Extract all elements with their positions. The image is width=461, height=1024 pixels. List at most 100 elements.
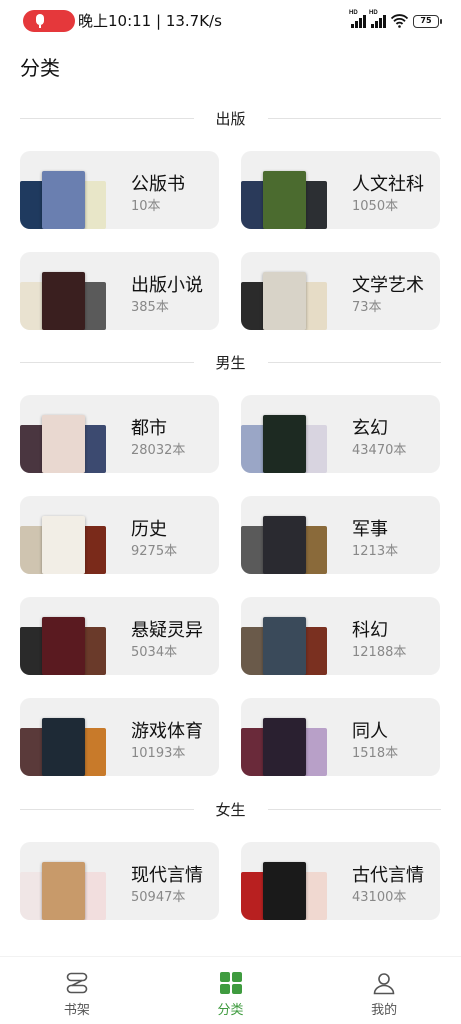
category-count: 1213本 <box>352 544 399 559</box>
category-count: 28032本 <box>131 443 186 458</box>
book-cover <box>263 171 306 229</box>
book-covers <box>20 516 106 574</box>
category-name: 人文社科 <box>352 174 424 195</box>
divider <box>267 808 442 810</box>
nav-category[interactable]: 分类 <box>154 957 308 1024</box>
category-card[interactable]: 军事 1213本 <box>241 496 440 574</box>
category-card[interactable]: 玄幻 43470本 <box>241 395 440 473</box>
category-grid-icon <box>219 972 242 994</box>
category-count: 1050本 <box>352 199 399 214</box>
book-cover <box>263 718 306 776</box>
category-card[interactable]: 悬疑灵异 5034本 <box>20 597 219 675</box>
book-covers <box>20 171 106 229</box>
divider <box>20 808 194 810</box>
category-count: 43100本 <box>352 890 407 905</box>
category-name: 古代言情 <box>352 865 424 886</box>
nav-bookshelf[interactable]: 书架 <box>0 957 154 1024</box>
bottom-nav: 书架 分类 我的 <box>0 956 461 1024</box>
section-header: 男生 <box>20 352 442 372</box>
book-covers <box>20 415 106 473</box>
bookshelf-icon <box>66 972 88 994</box>
category-card[interactable]: 古代言情 43100本 <box>241 842 440 920</box>
category-card[interactable]: 公版书 10本 <box>20 151 219 229</box>
book-cover <box>263 617 306 675</box>
category-count: 43470本 <box>352 443 407 458</box>
category-name: 历史 <box>131 519 167 540</box>
person-icon <box>373 973 395 995</box>
wifi-icon <box>391 14 408 28</box>
category-count: 10193本 <box>131 746 186 761</box>
category-count: 12188本 <box>352 645 407 660</box>
book-cover <box>42 718 85 776</box>
category-name: 军事 <box>352 519 388 540</box>
page-title: 分类 <box>20 56 60 80</box>
category-card[interactable]: 出版小说 385本 <box>20 252 219 330</box>
book-cover <box>42 516 85 574</box>
nav-label: 我的 <box>371 1003 398 1018</box>
category-name: 都市 <box>131 418 167 439</box>
category-card[interactable]: 现代言情 50947本 <box>20 842 219 920</box>
category-name: 现代言情 <box>131 865 203 886</box>
section-header: 出版 <box>20 108 442 128</box>
divider <box>267 361 442 363</box>
category-count: 9275本 <box>131 544 178 559</box>
book-covers <box>241 617 327 675</box>
book-cover <box>42 272 85 330</box>
category-card[interactable]: 科幻 12188本 <box>241 597 440 675</box>
category-count: 50947本 <box>131 890 186 905</box>
book-covers <box>241 272 327 330</box>
category-count: 5034本 <box>131 645 178 660</box>
nav-label: 分类 <box>217 1003 244 1018</box>
category-name: 游戏体育 <box>131 721 203 742</box>
book-covers <box>241 862 327 920</box>
book-covers <box>20 617 106 675</box>
divider <box>267 117 442 119</box>
book-covers <box>241 718 327 776</box>
category-card[interactable]: 文学艺术 73本 <box>241 252 440 330</box>
category-count: 10本 <box>131 199 161 214</box>
book-cover <box>263 415 306 473</box>
book-covers <box>20 862 106 920</box>
nav-mine[interactable]: 我的 <box>307 957 461 1024</box>
book-cover <box>42 617 85 675</box>
book-covers <box>241 171 327 229</box>
category-name: 玄幻 <box>352 418 388 439</box>
signal-icon: HD <box>369 10 386 28</box>
section-title: 男生 <box>215 353 246 372</box>
category-name: 悬疑灵异 <box>131 620 203 641</box>
nav-label: 书架 <box>63 1003 90 1018</box>
recording-indicator[interactable] <box>23 10 75 32</box>
section-header: 女生 <box>20 799 442 819</box>
divider <box>20 361 194 363</box>
category-card[interactable]: 人文社科 1050本 <box>241 151 440 229</box>
category-count: 385本 <box>131 300 169 315</box>
category-card[interactable]: 历史 9275本 <box>20 496 219 574</box>
book-covers <box>241 415 327 473</box>
category-name: 同人 <box>352 721 388 742</box>
microphone-icon <box>36 14 44 25</box>
battery-icon: 75 <box>413 15 442 28</box>
section-title: 出版 <box>215 109 246 128</box>
signal-icon: HD <box>349 10 366 28</box>
book-cover <box>42 415 85 473</box>
status-bar: 晚上10:11 | 13.7K/s HD HD 75 <box>0 0 461 40</box>
divider <box>20 117 194 119</box>
book-covers <box>20 718 106 776</box>
category-card[interactable]: 都市 28032本 <box>20 395 219 473</box>
book-cover <box>263 862 306 920</box>
book-cover <box>263 516 306 574</box>
section-title: 女生 <box>215 800 246 819</box>
book-covers <box>241 516 327 574</box>
status-time: 晚上10:11 | 13.7K/s <box>78 12 222 30</box>
book-covers <box>20 272 106 330</box>
category-name: 出版小说 <box>131 275 203 296</box>
category-card[interactable]: 同人 1518本 <box>241 698 440 776</box>
category-name: 文学艺术 <box>352 275 424 296</box>
category-count: 73本 <box>352 300 382 315</box>
book-cover <box>42 171 85 229</box>
category-card[interactable]: 游戏体育 10193本 <box>20 698 219 776</box>
category-count: 1518本 <box>352 746 399 761</box>
book-cover <box>263 272 306 330</box>
category-name: 公版书 <box>131 174 185 195</box>
category-name: 科幻 <box>352 620 388 641</box>
